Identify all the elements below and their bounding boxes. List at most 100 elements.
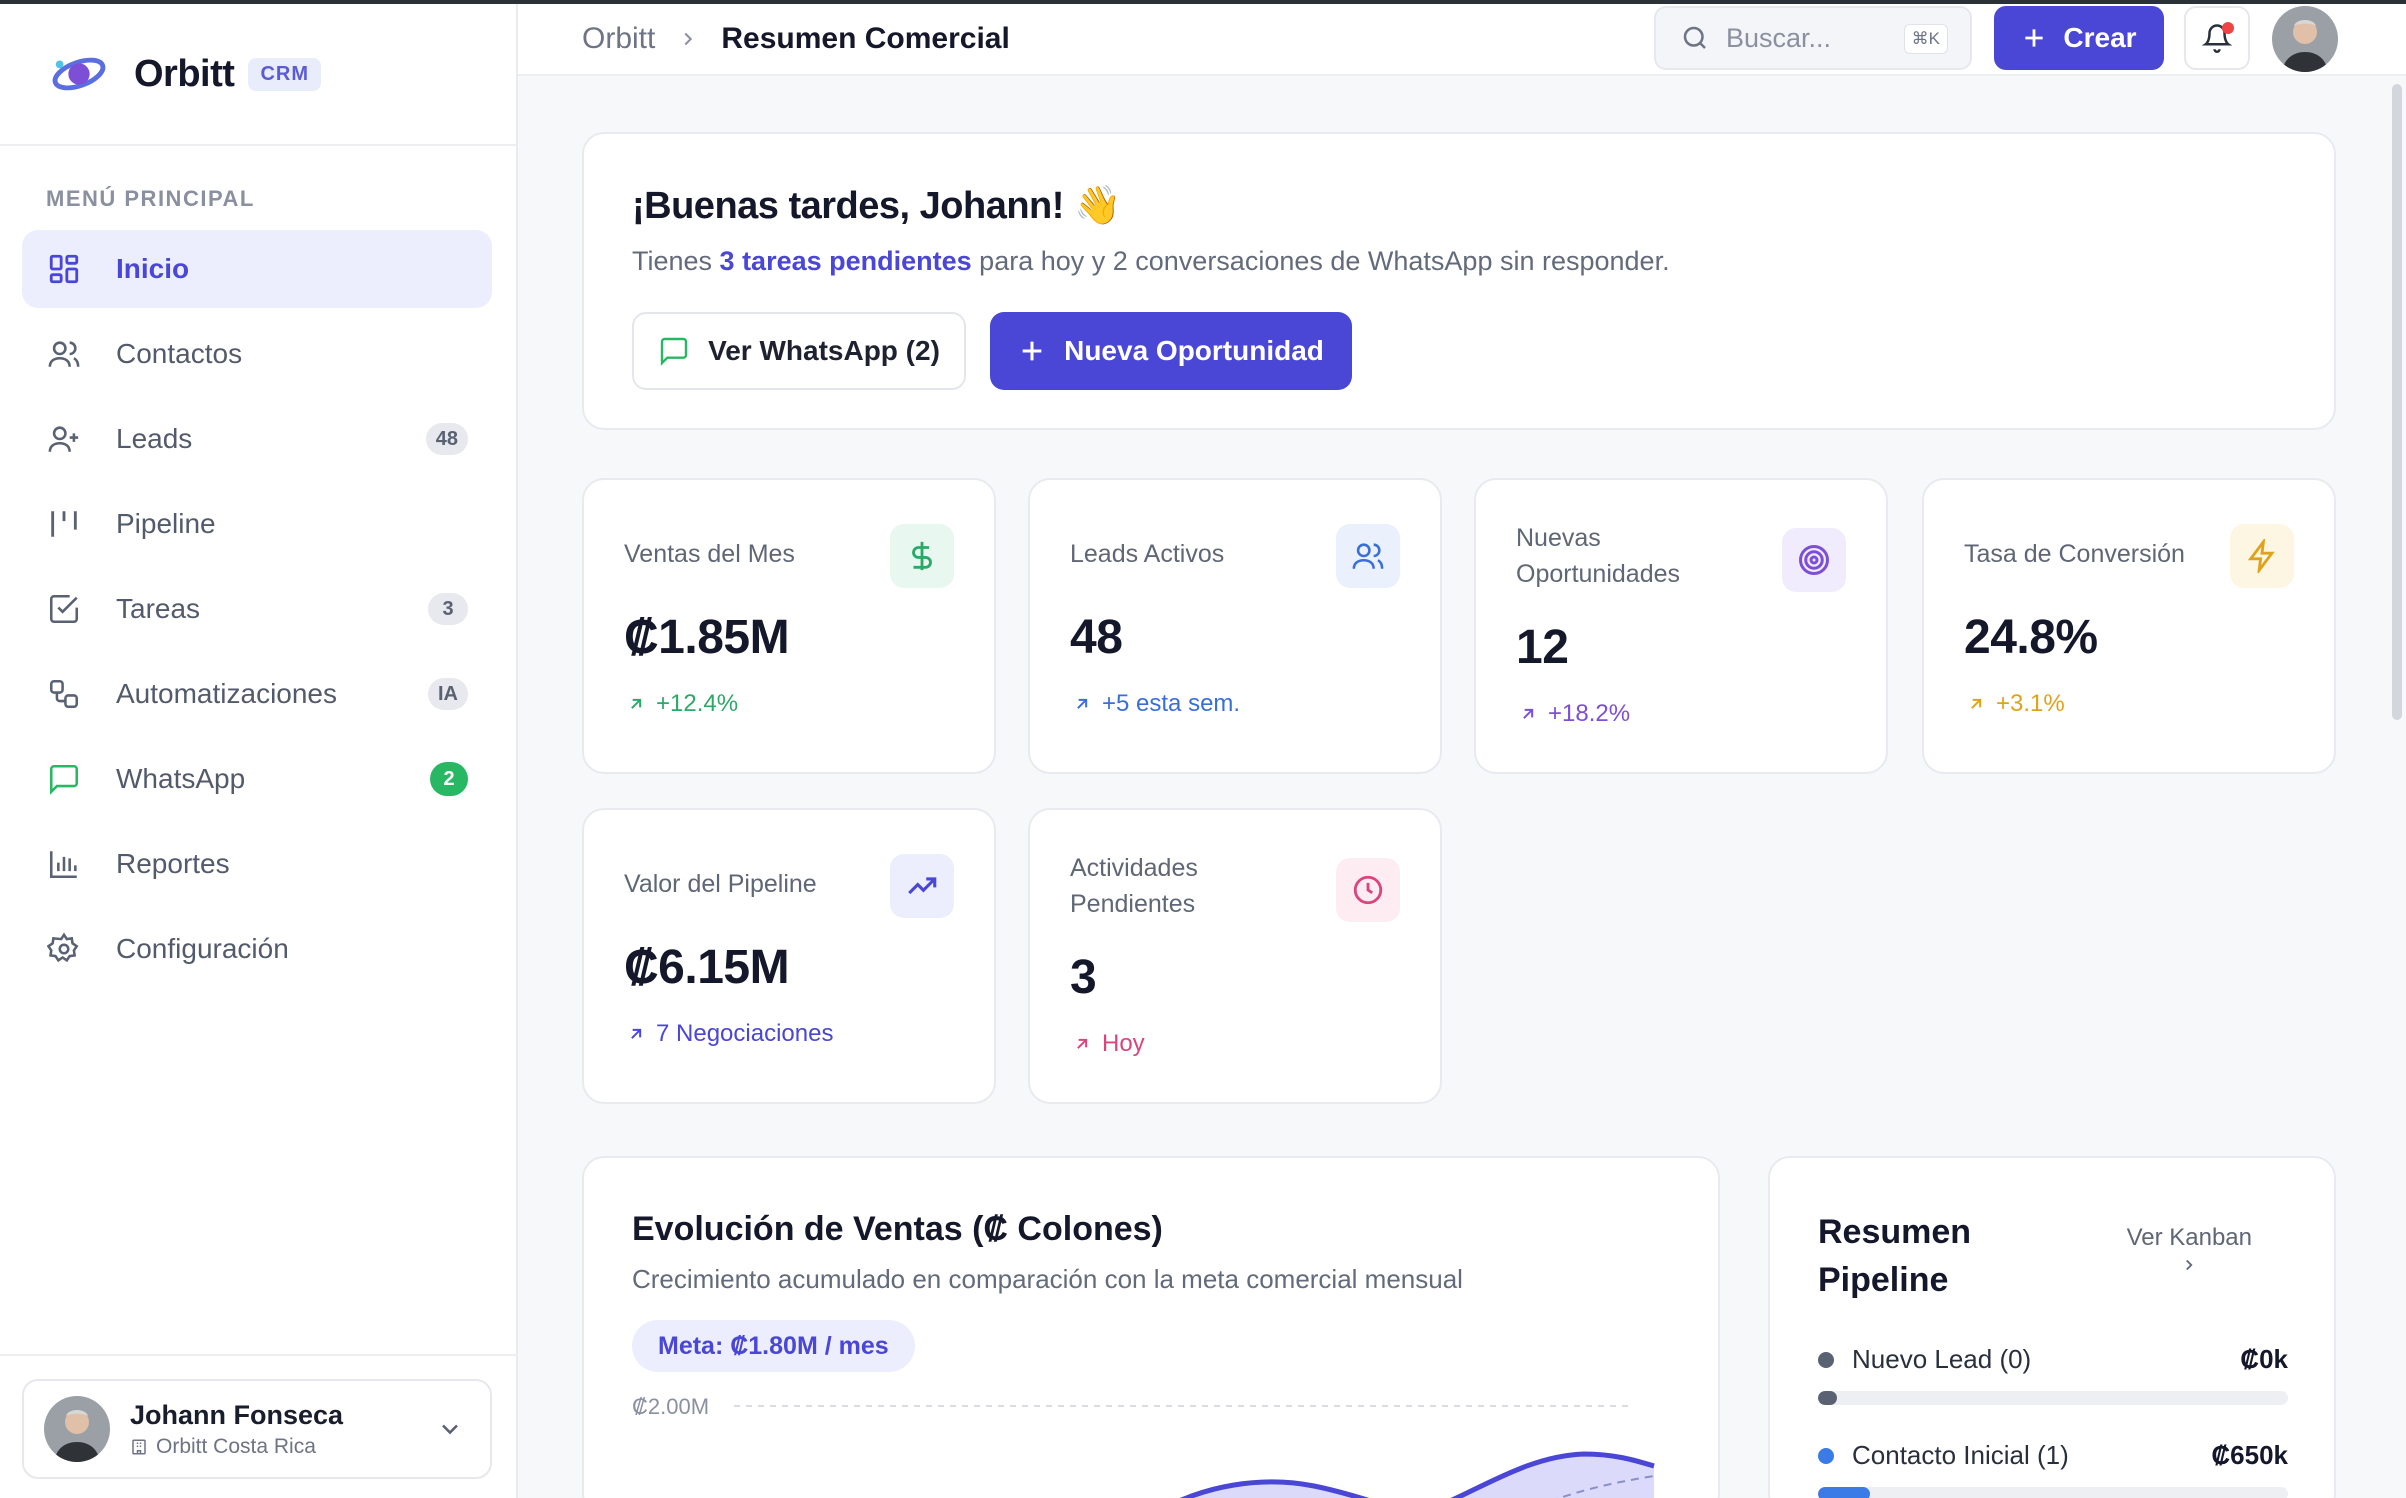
sidebar-item-label: Leads — [116, 423, 193, 454]
ai-badge: IA — [428, 678, 468, 710]
chevron-down-icon — [442, 1424, 458, 1435]
pipeline-summary-card: Resumen Pipeline Ver Kanban Nuevo Lead (… — [1768, 1156, 2336, 1498]
arrow-up-right-icon — [631, 698, 642, 709]
stage-header: Contacto Inicial (1) ₡650k — [1818, 1440, 2288, 1471]
kpi-delta-text: +3.1% — [1996, 690, 2065, 717]
kpi-delta-text: +5 esta sem. — [1102, 690, 1241, 717]
sidebar-item-configuracion[interactable]: Configuración — [22, 910, 492, 988]
sidebar: Orbitt CRM MENÚ PRINCIPAL Inicio Contact… — [0, 4, 518, 1498]
avatar — [44, 1396, 110, 1462]
sidebar-item-label: WhatsApp — [116, 763, 246, 794]
notifications-button[interactable] — [2184, 6, 2250, 70]
sidebar-item-label: Automatizaciones — [116, 678, 338, 709]
user-org: Orbitt Costa Rica — [130, 1435, 343, 1459]
user-info: Johann Fonseca Orbitt Costa Rica — [130, 1400, 343, 1459]
trending-up-icon — [890, 854, 954, 918]
kpi-delta: +12.4% — [626, 690, 738, 718]
welcome-card: ¡Buenas tardes, Johann! 👋 Tienes 3 tarea… — [582, 132, 2336, 430]
y-tick-label: ₡2.00M — [632, 1394, 709, 1419]
pipeline-icon — [46, 506, 82, 542]
sidebar-item-leads[interactable]: Leads 48 — [22, 400, 492, 478]
view-whatsapp-label: Ver WhatsApp (2) — [708, 335, 940, 366]
pipeline-stage-row[interactable]: Contacto Inicial (1) ₡650k — [1818, 1440, 2288, 1498]
sidebar-item-whatsapp[interactable]: WhatsApp 2 — [22, 740, 492, 818]
kpi-delta: Hoy — [1072, 1030, 1145, 1058]
kpi-delta-text: Hoy — [1102, 1030, 1145, 1057]
search-shortcut: ⌘K — [1903, 24, 1948, 54]
view-kanban-link[interactable]: Ver Kanban — [2127, 1224, 2252, 1281]
page-title: Resumen Comercial — [721, 22, 1010, 55]
kpi-card-leads[interactable]: Leads Activos 48 +5 esta sem. — [1028, 478, 1442, 774]
chart-subtitle: Crecimiento acumulado en comparación con… — [632, 1264, 1463, 1294]
sidebar-divider — [0, 1354, 518, 1356]
stage-dot — [1818, 1447, 1834, 1464]
view-kanban-label: Ver Kanban — [2126, 1224, 2252, 1251]
arrow-up-right-icon — [1523, 708, 1534, 719]
view-whatsapp-button[interactable]: Ver WhatsApp (2) — [632, 312, 966, 390]
sales-chart: ₡2.00M — [632, 1394, 1655, 1498]
chevron-right-icon — [677, 28, 699, 50]
chart-title: Evolución de Ventas (₡ Colones) — [632, 1210, 1163, 1248]
kpi-value: 48 — [1070, 611, 1123, 664]
sidebar-item-label: Configuración — [116, 933, 289, 964]
building-icon — [132, 1439, 146, 1454]
sidebar-item-contactos[interactable]: Contactos — [22, 315, 492, 393]
kpi-card-ventas[interactable]: Ventas del Mes ₡1.85M +12.4% — [582, 478, 996, 774]
welcome-subtitle: Tienes 3 tareas pendientes para hoy y 2 … — [632, 246, 1670, 277]
users-icon — [46, 336, 82, 372]
sidebar-item-automatizaciones[interactable]: Automatizaciones IA — [22, 655, 492, 733]
kpi-card-pipeline[interactable]: Valor del Pipeline ₡6.15M 7 Negociacione… — [582, 808, 996, 1104]
stage-label: Contacto Inicial (1) — [1852, 1440, 2069, 1470]
scrollbar[interactable] — [2392, 84, 2402, 720]
whatsapp-count-badge: 2 — [430, 762, 468, 796]
kpi-delta-text: 7 Negociaciones — [656, 1020, 834, 1047]
user-switcher[interactable]: Johann Fonseca Orbitt Costa Rica — [22, 1379, 492, 1479]
kpi-delta-text: +18.2% — [1548, 700, 1631, 727]
avatar[interactable] — [2272, 6, 2338, 72]
kpi-delta-text: +12.4% — [656, 690, 739, 717]
arrow-up-right-icon — [1077, 698, 1088, 709]
menu-section-title: MENÚ PRINCIPAL — [46, 186, 255, 211]
stage-value: ₡0k — [2240, 1344, 2288, 1374]
sidebar-item-pipeline[interactable]: Pipeline — [22, 485, 492, 563]
stage-label: Nuevo Lead (0) — [1852, 1344, 2032, 1374]
stage-progress-fill — [1818, 1391, 1837, 1405]
brand-tag: CRM — [248, 57, 321, 91]
arrow-up-right-icon — [1077, 1038, 1088, 1049]
sidebar-item-label: Tareas — [116, 593, 201, 624]
user-org-label: Orbitt Costa Rica — [156, 1434, 316, 1458]
pending-tasks-link[interactable]: 3 tareas pendientes — [720, 246, 972, 276]
gear-icon — [46, 931, 82, 967]
kpi-card-actividades[interactable]: Actividades Pendientes 3 Hoy — [1028, 808, 1442, 1104]
dollar-icon — [890, 524, 954, 588]
sidebar-item-label: Inicio — [116, 253, 190, 284]
sidebar-item-reportes[interactable]: Reportes — [22, 825, 492, 903]
main-menu: Inicio Contactos Leads 48 Pipeline Tarea… — [0, 230, 516, 988]
stage-dot — [1818, 1351, 1834, 1368]
plus-icon — [2025, 29, 2044, 47]
dashboard-icon — [46, 251, 82, 287]
kpi-delta: 7 Negociaciones — [626, 1020, 833, 1048]
workflow-icon — [46, 676, 82, 712]
create-button-label: Crear — [2063, 22, 2137, 53]
new-opportunity-button[interactable]: Nueva Oportunidad — [990, 312, 1352, 390]
pipeline-stage-row[interactable]: Nuevo Lead (0) ₡0k — [1818, 1344, 2288, 1405]
users-icon — [1336, 524, 1400, 588]
stage-value: ₡650k — [2211, 1440, 2288, 1470]
kpi-delta: +18.2% — [1518, 700, 1630, 728]
kpi-card-conversion[interactable]: Tasa de Conversión 24.8% +3.1% — [1922, 478, 2336, 774]
arrow-up-right-icon — [1971, 698, 1982, 709]
sidebar-item-tareas[interactable]: Tareas 3 — [22, 570, 492, 648]
brand[interactable]: Orbitt CRM — [0, 4, 516, 146]
create-button[interactable]: Crear — [1994, 6, 2164, 70]
search-input[interactable]: Buscar... ⌘K — [1654, 6, 1972, 70]
breadcrumb: Orbitt Resumen Comercial — [582, 22, 1010, 56]
stage-header: Nuevo Lead (0) ₡0k — [1818, 1344, 2288, 1375]
kpi-card-oportunidades[interactable]: Nuevas Oportunidades 12 +18.2% — [1474, 478, 1888, 774]
leads-count-badge: 48 — [425, 423, 468, 455]
subtitle-prefix: Tienes — [632, 246, 720, 276]
breadcrumb-root[interactable]: Orbitt — [582, 22, 655, 56]
kpi-label: Valor del Pipeline — [624, 870, 817, 898]
kpi-label: Nuevas Oportunidades — [1516, 524, 1681, 588]
sidebar-item-inicio[interactable]: Inicio — [22, 230, 492, 308]
